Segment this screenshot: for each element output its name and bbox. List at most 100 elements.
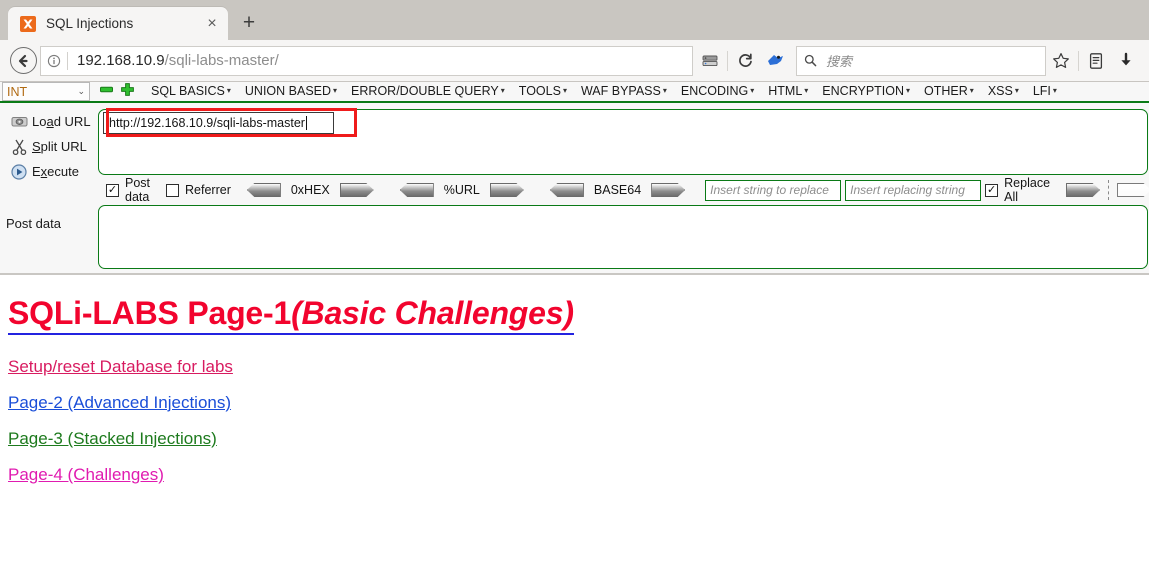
menu-label: ENCRYPTION <box>822 83 905 98</box>
caret-down-icon: ▾ <box>750 85 755 95</box>
hex-decode-button[interactable] <box>246 183 281 197</box>
page-title: SQLi-LABS Page-1(Basic Challenges) <box>8 293 574 335</box>
link-row-setup: Setup/reset Database for labs <box>8 349 1149 385</box>
menu-encryption[interactable]: ENCRYPTION ▾ <box>815 82 917 102</box>
minus-icon[interactable] <box>100 83 113 101</box>
scissors-icon <box>6 139 32 155</box>
close-icon[interactable]: × <box>202 14 222 34</box>
caret-down-icon: ▾ <box>226 85 231 95</box>
search-bar[interactable]: 搜索 <box>796 45 1046 76</box>
menu-sql-basics[interactable]: SQL BASICS ▾ <box>144 82 238 102</box>
replace-all-label: Replace All <box>1004 176 1051 204</box>
hackbar-actions: Load URL Split URL Execute Post data <box>0 103 98 273</box>
caret-down-icon: ▾ <box>969 85 974 95</box>
url-encode-button[interactable] <box>489 183 524 197</box>
menu-html[interactable]: HTML ▾ <box>761 82 815 102</box>
url-textarea[interactable]: http://192.168.10.9/sqli-labs-master <box>98 109 1148 175</box>
page-title-main: SQLi-LABS Page-1 <box>8 295 292 331</box>
link-page-4-challenges[interactable]: Page-4 (Challenges) <box>8 465 164 485</box>
browser-tab[interactable]: SQL Injections × <box>8 7 228 40</box>
hackbar-menu: SQL BASICS ▾ UNION BASED ▾ ERROR/DOUBLE QU… <box>144 82 1064 102</box>
reload-icon[interactable] <box>730 46 760 76</box>
replace-all-checkbox[interactable]: ✓ <box>985 183 999 197</box>
link-page-2-advanced-injections[interactable]: Page-2 (Advanced Injections) <box>8 393 231 413</box>
toolbar-separator <box>727 50 728 71</box>
replace-extra-button[interactable] <box>1117 183 1149 197</box>
url-field-wrap: http://192.168.10.9/sqli-labs-master <box>98 108 1149 175</box>
load-url-icon <box>6 114 32 129</box>
menu-label: TOOLS <box>518 83 561 98</box>
hex-encode-button[interactable] <box>339 183 374 197</box>
hackbar-body: Load URL Split URL Execute Post data htt… <box>0 103 1149 273</box>
page-content: SQLi-LABS Page-1(Basic Challenges) Setup… <box>0 275 1149 557</box>
new-tab-button[interactable]: + <box>234 8 264 38</box>
menu-encoding[interactable]: ENCODING ▾ <box>674 82 761 102</box>
hackbar-panel: INT ⌄ SQL BASICS ▾ UNION BASED ▾ ERROR/DOU… <box>0 82 1149 275</box>
menu-label: WAF BYPASS <box>580 83 661 98</box>
menu-xss[interactable]: XSS ▾ <box>981 82 1026 102</box>
menu-waf-bypass[interactable]: WAF BYPASS ▾ <box>574 82 674 102</box>
execute-label: Execute <box>32 164 79 179</box>
menu-union-based[interactable]: UNION BASED ▾ <box>238 82 344 102</box>
menu-label: HTML <box>768 83 803 98</box>
link-setup-reset-database[interactable]: Setup/reset Database for labs <box>8 357 233 377</box>
plus-icon[interactable] <box>121 82 134 101</box>
page-info-icon[interactable] <box>41 54 67 68</box>
replace-to-input[interactable]: Insert replacing string <box>845 179 982 201</box>
replace-from-input[interactable]: Insert string to replace <box>705 179 842 201</box>
url-input[interactable]: http://192.168.10.9/sqli-labs-master <box>103 112 334 134</box>
post-data-checkbox[interactable]: ✓ <box>106 183 119 197</box>
xampp-icon <box>20 15 36 32</box>
post-data-textarea[interactable] <box>98 205 1148 269</box>
navigation-toolbar: 192.168.10.9/sqli-labs-master/ 搜索 <box>0 40 1149 82</box>
menu-other[interactable]: OTHER ▾ <box>917 82 981 102</box>
base64-encode-button[interactable] <box>651 183 686 197</box>
hackbar-options-row: ✓ Post data Referrer 0xHEX %URL BASE64 I… <box>98 176 1149 204</box>
base64-label: BASE64 <box>593 183 642 197</box>
load-url-button[interactable]: Load URL <box>0 109 98 134</box>
menu-label: LFI <box>1032 83 1051 98</box>
menu-error-double-query[interactable]: ERROR/DOUBLE QUERY ▾ <box>344 82 512 102</box>
hackbar-pm-buttons <box>100 82 134 101</box>
caret-down-icon: ▾ <box>1014 85 1019 95</box>
options-separator <box>1108 180 1110 200</box>
menu-label: ERROR/DOUBLE QUERY <box>351 83 499 98</box>
link-row-page3: Page-3 (Stacked Injections) <box>8 421 1149 457</box>
base64-decode-button[interactable] <box>549 183 584 197</box>
url-decode-button[interactable] <box>399 183 434 197</box>
menu-label: XSS <box>987 83 1013 98</box>
back-button[interactable] <box>8 46 38 76</box>
split-url-label: Split URL <box>32 139 87 154</box>
menu-label: ENCODING <box>680 83 749 98</box>
text-cursor <box>305 116 307 130</box>
menu-tools[interactable]: TOOLS ▾ <box>512 82 574 102</box>
caret-down-icon: ▾ <box>500 85 505 95</box>
link-page-3-stacked-injections[interactable]: Page-3 (Stacked Injections) <box>8 429 217 449</box>
address-bar[interactable]: 192.168.10.9/sqli-labs-master/ <box>40 45 693 76</box>
menu-lfi[interactable]: LFI ▾ <box>1026 82 1064 102</box>
referrer-checkbox-label: Referrer <box>185 183 231 197</box>
bookmark-star-icon[interactable] <box>1046 46 1076 76</box>
lab-links-list: Setup/reset Database for labs Page-2 (Ad… <box>8 349 1149 493</box>
search-icon <box>797 54 823 67</box>
browser-window: SQL Injections × + 192.168.10.9/sqli-lab… <box>0 0 1149 82</box>
tab-strip: SQL Injections × + <box>0 0 1149 40</box>
link-row-page4: Page-4 (Challenges) <box>8 457 1149 493</box>
execute-button[interactable]: Execute <box>0 159 98 184</box>
library-icon[interactable] <box>1081 46 1111 76</box>
load-url-label: Load URL <box>32 114 91 129</box>
post-data-sidelabel: Post data <box>6 216 61 231</box>
injection-type-select[interactable]: INT ⌄ <box>2 82 90 101</box>
hackbar-fields: http://192.168.10.9/sqli-labs-master ✓ P… <box>98 103 1149 273</box>
replace-from-placeholder: Insert string to replace <box>710 183 829 197</box>
server-icon[interactable] <box>695 46 725 76</box>
split-url-button[interactable]: Split URL <box>0 134 98 159</box>
referrer-checkbox[interactable] <box>166 183 180 197</box>
hackbar-icon[interactable] <box>760 46 790 76</box>
caret-down-icon: ▾ <box>562 85 567 95</box>
menu-label: SQL BASICS <box>151 83 225 98</box>
replace-apply-button[interactable] <box>1066 183 1101 197</box>
back-arrow-icon <box>9 47 37 74</box>
downloads-icon[interactable] <box>1111 46 1141 76</box>
hex-label: 0xHEX <box>290 183 330 197</box>
